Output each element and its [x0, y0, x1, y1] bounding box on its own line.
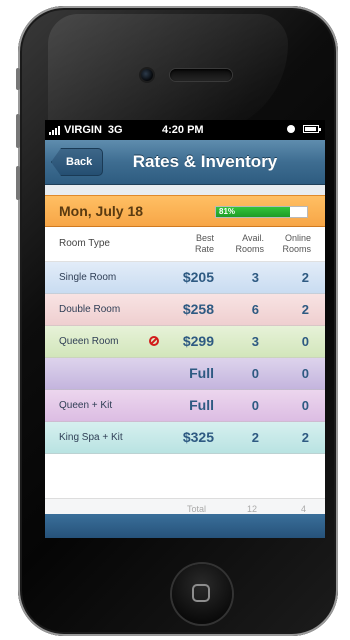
date-header[interactable]: Mon, July 18 81%	[45, 195, 325, 227]
status-bar: VIRGIN 3G 4:20 PM	[45, 120, 325, 140]
battery-icon	[303, 125, 321, 133]
room-name: Double Room	[59, 304, 121, 315]
table-row[interactable]: Single Room $205 3 2	[45, 262, 325, 294]
no-entry-icon	[149, 336, 159, 346]
room-online: 0	[301, 366, 309, 381]
room-rate: $299	[182, 333, 214, 349]
room-avail: 6	[251, 302, 259, 317]
total-avail: 12	[247, 504, 258, 514]
room-online: 0	[301, 334, 309, 349]
table-row[interactable]: King Spa + Kit $325 2 2	[45, 422, 325, 454]
room-name: King Spa + Kit	[59, 432, 123, 443]
total-online: 4	[301, 504, 307, 514]
room-rate: Full	[189, 365, 214, 381]
room-rate: Full	[189, 397, 214, 413]
table-row[interactable]: Queen Room $299 3 0	[45, 326, 325, 358]
room-rate: $325	[182, 429, 214, 445]
network-type: 3G	[107, 124, 123, 136]
header-online-rooms: Online Rooms	[282, 233, 311, 254]
room-online: 0	[301, 398, 309, 413]
bottom-toolbar	[45, 514, 325, 538]
room-name: Queen + Kit	[59, 400, 113, 411]
header-room-type: Room Type	[59, 238, 110, 249]
volume-down-button	[16, 166, 20, 200]
room-avail: 0	[251, 366, 259, 381]
table-header: Room Type Best Rate Avail. Rooms Online Roo…	[45, 227, 325, 262]
header-best-rate: Best Rate	[194, 233, 214, 254]
room-rate: $205	[182, 269, 214, 285]
room-rate: $258	[182, 301, 214, 317]
home-button[interactable]	[172, 564, 232, 624]
mute-switch	[16, 68, 20, 90]
table-row[interactable]: Full 0 0	[45, 358, 325, 390]
status-time: 4:20 PM	[162, 124, 204, 136]
phone-screen: VIRGIN 3G 4:20 PM Back Rates & Inventory…	[45, 120, 325, 538]
room-name: Queen Room	[59, 336, 119, 347]
rotation-lock-icon	[287, 125, 295, 133]
volume-up-button	[16, 114, 20, 148]
room-online: 2	[301, 430, 309, 445]
room-avail: 0	[251, 398, 259, 413]
signal-icon	[49, 125, 61, 135]
room-name: Single Room	[59, 272, 117, 283]
table-row[interactable]: Double Room $258 6 2	[45, 294, 325, 326]
room-online: 2	[301, 302, 309, 317]
page-title: Rates & Inventory	[132, 152, 278, 171]
front-camera	[141, 69, 153, 81]
date-label: Mon, July 18	[59, 203, 144, 219]
room-online: 2	[301, 270, 309, 285]
empty-area	[45, 454, 325, 498]
navigation-bar: Back Rates & Inventory	[45, 140, 325, 185]
occupancy-progress-fill: 81%	[216, 207, 290, 217]
carrier-name: VIRGIN	[64, 124, 102, 136]
phone-gloss	[48, 14, 288, 134]
home-square-icon	[192, 584, 210, 602]
occupancy-percent: 81%	[219, 207, 236, 216]
occupancy-progress-bar: 81%	[215, 206, 308, 218]
room-avail: 3	[251, 334, 259, 349]
earpiece-speaker	[170, 69, 232, 81]
total-label: Total	[187, 504, 207, 514]
room-avail: 3	[251, 270, 259, 285]
room-avail: 2	[251, 430, 259, 445]
table-row[interactable]: Queen + Kit Full 0 0	[45, 390, 325, 422]
header-avail-rooms: Avail. Rooms	[235, 233, 264, 254]
rates-table: Room Type Best Rate Avail. Rooms Online Roo…	[45, 227, 325, 521]
